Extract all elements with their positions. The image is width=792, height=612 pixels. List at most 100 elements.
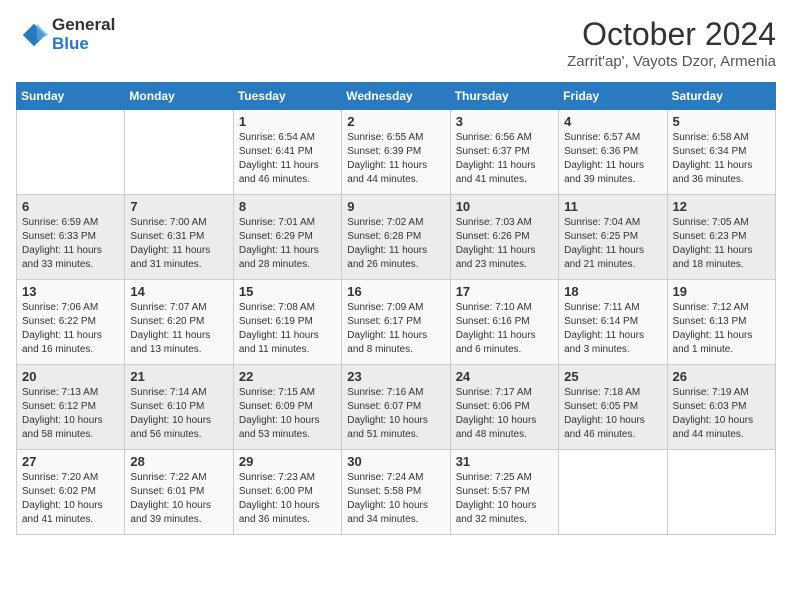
day-info: Sunrise: 6:59 AM Sunset: 6:33 PM Dayligh… [22,216,119,272]
calendar-cell: 22 Sunrise: 7:15 AM Sunset: 6:09 PM Dayli… [233,365,341,450]
day-info: Sunrise: 7:16 AM Sunset: 6:07 PM Dayligh… [347,386,444,442]
day-info: Sunrise: 7:20 AM Sunset: 6:02 PM Dayligh… [22,471,119,527]
day-number: 22 [239,369,336,384]
day-number: 20 [22,369,119,384]
day-number: 3 [456,114,553,129]
calendar-cell: 5Sunrise: 6:58 AM Sunset: 6:34 PM Daylig… [667,110,775,195]
day-info: Sunrise: 7:02 AM Sunset: 6:28 PM Dayligh… [347,216,444,272]
logo-general: General [52,16,115,35]
calendar-cell: 10Sunrise: 7:03 AM Sunset: 6:26 PM Dayli… [450,195,558,280]
day-number: 11 [564,199,661,214]
logo-text: General Blue [52,16,115,53]
calendar-cell: 17Sunrise: 7:10 AM Sunset: 6:16 PM Dayli… [450,280,558,365]
calendar-cell: 28 Sunrise: 7:22 AM Sunset: 6:01 PM Dayli… [125,450,233,535]
day-number: 4 [564,114,661,129]
day-number: 25 [564,369,661,384]
calendar-cell [17,110,125,195]
month-title: October 2024 [567,16,776,53]
day-info: Sunrise: 7:15 AM Sunset: 6:09 PM Dayligh… [239,386,336,442]
day-info: Sunrise: 7:13 AM Sunset: 6:12 PM Dayligh… [22,386,119,442]
calendar-cell: 2 Sunrise: 6:55 AM Sunset: 6:39 PM Daylig… [342,110,450,195]
day-info: Sunrise: 7:09 AM Sunset: 6:17 PM Dayligh… [347,301,444,357]
day-number: 26 [673,369,770,384]
day-number: 9 [347,199,444,214]
day-info: Sunrise: 7:25 AM Sunset: 5:57 PM Dayligh… [456,471,553,527]
calendar-cell: 1 Sunrise: 6:54 AM Sunset: 6:41 PM Daylig… [233,110,341,195]
title-section: October 2024 Zarrit'ap', Vayots Dzor, Ar… [567,16,776,70]
day-info: Sunrise: 7:14 AM Sunset: 6:10 PM Dayligh… [130,386,227,442]
day-info: Sunrise: 7:08 AM Sunset: 6:19 PM Dayligh… [239,301,336,357]
day-number: 8 [239,199,336,214]
day-info: Sunrise: 7:11 AM Sunset: 6:14 PM Dayligh… [564,301,661,357]
calendar-cell: 19 Sunrise: 7:12 AM Sunset: 6:13 PM Dayli… [667,280,775,365]
day-number: 15 [239,284,336,299]
logo-blue: Blue [52,35,115,54]
weekday-header-tuesday: Tuesday [233,83,341,110]
location: Zarrit'ap', Vayots Dzor, Armenia [567,53,776,70]
calendar-cell: 8 Sunrise: 7:01 AM Sunset: 6:29 PM Daylig… [233,195,341,280]
day-info: Sunrise: 7:00 AM Sunset: 6:31 PM Dayligh… [130,216,227,272]
calendar-cell: 12 Sunrise: 7:05 AM Sunset: 6:23 PM Dayli… [667,195,775,280]
page-header: General Blue October 2024 Zarrit'ap', Va… [16,16,776,70]
calendar-week-row: 13Sunrise: 7:06 AM Sunset: 6:22 PM Dayli… [17,280,776,365]
day-number: 5 [673,114,770,129]
day-info: Sunrise: 7:17 AM Sunset: 6:06 PM Dayligh… [456,386,553,442]
day-info: Sunrise: 6:57 AM Sunset: 6:36 PM Dayligh… [564,131,661,187]
calendar-cell: 14 Sunrise: 7:07 AM Sunset: 6:20 PM Dayli… [125,280,233,365]
calendar-cell: 26 Sunrise: 7:19 AM Sunset: 6:03 PM Dayli… [667,365,775,450]
weekday-header-friday: Friday [559,83,667,110]
calendar-cell: 25 Sunrise: 7:18 AM Sunset: 6:05 PM Dayli… [559,365,667,450]
day-info: Sunrise: 7:24 AM Sunset: 5:58 PM Dayligh… [347,471,444,527]
day-number: 12 [673,199,770,214]
calendar-cell: 15 Sunrise: 7:08 AM Sunset: 6:19 PM Dayli… [233,280,341,365]
calendar-cell: 31 Sunrise: 7:25 AM Sunset: 5:57 PM Dayli… [450,450,558,535]
day-number: 6 [22,199,119,214]
day-number: 28 [130,454,227,469]
calendar-cell [125,110,233,195]
day-info: Sunrise: 7:04 AM Sunset: 6:25 PM Dayligh… [564,216,661,272]
calendar-cell: 9 Sunrise: 7:02 AM Sunset: 6:28 PM Daylig… [342,195,450,280]
calendar-week-row: 27 Sunrise: 7:20 AM Sunset: 6:02 PM Dayli… [17,450,776,535]
day-number: 31 [456,454,553,469]
day-info: Sunrise: 7:12 AM Sunset: 6:13 PM Dayligh… [673,301,770,357]
day-number: 14 [130,284,227,299]
calendar-cell: 6 Sunrise: 6:59 AM Sunset: 6:33 PM Daylig… [17,195,125,280]
day-info: Sunrise: 7:01 AM Sunset: 6:29 PM Dayligh… [239,216,336,272]
day-info: Sunrise: 7:19 AM Sunset: 6:03 PM Dayligh… [673,386,770,442]
day-number: 27 [22,454,119,469]
calendar-cell: 13Sunrise: 7:06 AM Sunset: 6:22 PM Dayli… [17,280,125,365]
calendar-cell: 11 Sunrise: 7:04 AM Sunset: 6:25 PM Dayli… [559,195,667,280]
weekday-header-wednesday: Wednesday [342,83,450,110]
calendar-cell: 20 Sunrise: 7:13 AM Sunset: 6:12 PM Dayli… [17,365,125,450]
day-info: Sunrise: 7:18 AM Sunset: 6:05 PM Dayligh… [564,386,661,442]
day-info: Sunrise: 7:05 AM Sunset: 6:23 PM Dayligh… [673,216,770,272]
weekday-header-sunday: Sunday [17,83,125,110]
calendar-cell: 16 Sunrise: 7:09 AM Sunset: 6:17 PM Dayli… [342,280,450,365]
day-info: Sunrise: 7:22 AM Sunset: 6:01 PM Dayligh… [130,471,227,527]
calendar-cell: 21 Sunrise: 7:14 AM Sunset: 6:10 PM Dayli… [125,365,233,450]
day-number: 1 [239,114,336,129]
logo: General Blue [16,16,115,53]
calendar-week-row: 1 Sunrise: 6:54 AM Sunset: 6:41 PM Daylig… [17,110,776,195]
calendar-cell [667,450,775,535]
calendar-cell: 27 Sunrise: 7:20 AM Sunset: 6:02 PM Dayli… [17,450,125,535]
weekday-header-monday: Monday [125,83,233,110]
day-info: Sunrise: 6:56 AM Sunset: 6:37 PM Dayligh… [456,131,553,187]
day-number: 19 [673,284,770,299]
calendar-cell: 7Sunrise: 7:00 AM Sunset: 6:31 PM Daylig… [125,195,233,280]
day-info: Sunrise: 6:55 AM Sunset: 6:39 PM Dayligh… [347,131,444,187]
calendar-cell: 30Sunrise: 7:24 AM Sunset: 5:58 PM Dayli… [342,450,450,535]
weekday-header-thursday: Thursday [450,83,558,110]
logo-icon [20,21,48,49]
calendar-cell: 29Sunrise: 7:23 AM Sunset: 6:00 PM Dayli… [233,450,341,535]
day-info: Sunrise: 7:06 AM Sunset: 6:22 PM Dayligh… [22,301,119,357]
day-number: 21 [130,369,227,384]
calendar-cell: 18Sunrise: 7:11 AM Sunset: 6:14 PM Dayli… [559,280,667,365]
day-info: Sunrise: 6:54 AM Sunset: 6:41 PM Dayligh… [239,131,336,187]
day-number: 2 [347,114,444,129]
weekday-header-row: SundayMondayTuesdayWednesdayThursdayFrid… [17,83,776,110]
day-info: Sunrise: 7:23 AM Sunset: 6:00 PM Dayligh… [239,471,336,527]
day-number: 16 [347,284,444,299]
day-info: Sunrise: 7:07 AM Sunset: 6:20 PM Dayligh… [130,301,227,357]
day-number: 10 [456,199,553,214]
